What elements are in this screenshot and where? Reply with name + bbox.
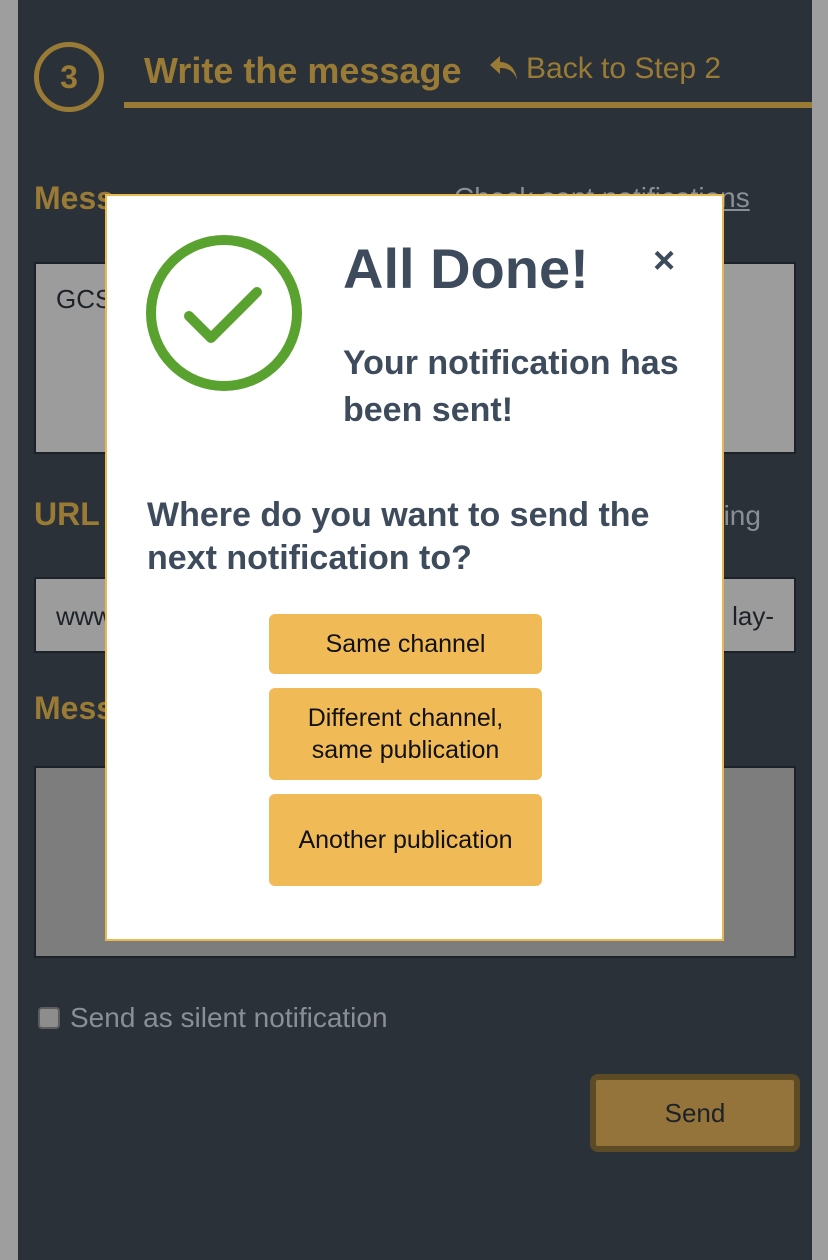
step-number-badge: 3 (34, 42, 104, 112)
back-link-label: Back to Step 2 (526, 52, 722, 85)
different-channel-button[interactable]: Different channel, same publication (269, 688, 542, 780)
success-modal: All Done! × Your notification has been s… (105, 194, 724, 941)
step-title: Write the message (144, 50, 462, 91)
back-arrow-icon (490, 56, 517, 80)
same-channel-button[interactable]: Same channel (269, 614, 542, 674)
back-to-step-2-link[interactable]: Back to Step 2 (488, 52, 721, 86)
url-label: URL (34, 496, 100, 532)
silent-notification-checkbox[interactable] (38, 1007, 60, 1029)
send-button[interactable]: Send (590, 1074, 800, 1152)
close-icon[interactable]: × (653, 242, 675, 280)
url-input-value-end: lay- (732, 601, 774, 631)
next-destination-question: Where do you want to send the next notif… (147, 496, 650, 577)
message-body-label: Mess (34, 690, 115, 726)
silent-notification-option[interactable]: Send as silent notification (38, 1002, 388, 1034)
modal-subtitle: Your notification has been sent! (343, 344, 679, 429)
success-check-icon (146, 235, 302, 391)
step-underline (124, 102, 812, 108)
message-input-value: GCS (56, 284, 113, 314)
another-publication-button[interactable]: Another publication (269, 794, 542, 886)
silent-notification-label: Send as silent notification (70, 1002, 388, 1033)
modal-title: All Done! (343, 237, 589, 300)
url-input-value-start: www (56, 601, 113, 631)
message-label: Mess (34, 180, 115, 216)
